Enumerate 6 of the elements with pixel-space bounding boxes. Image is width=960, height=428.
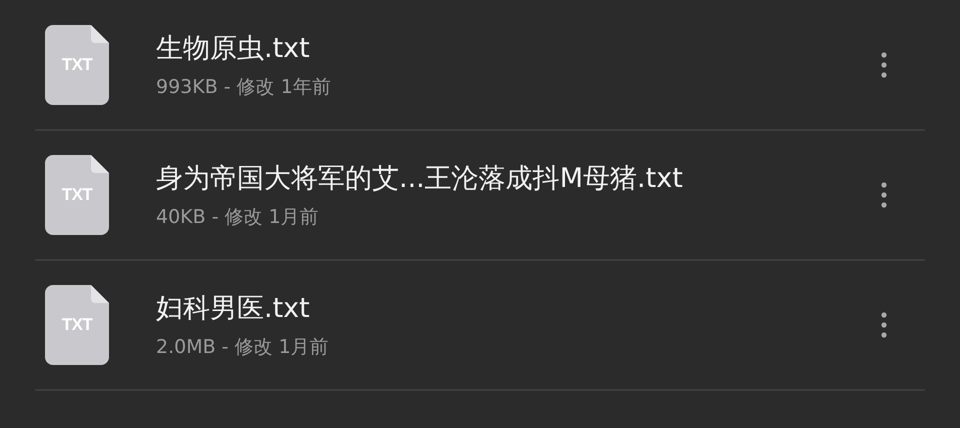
file-details: 2.0MB - 修改 1月前 <box>156 335 329 360</box>
file-name[interactable]: 妇科男医.txt <box>156 290 310 326</box>
file-details: 993KB - 修改 1年前 <box>156 74 331 100</box>
file-name[interactable]: 生物原虫.txt <box>156 30 310 66</box>
file-details: 40KB - 修改 1月前 <box>156 205 319 230</box>
file-name[interactable]: 身为帝国大将军的艾...王沦落成抖M母猪.txt <box>156 160 683 196</box>
